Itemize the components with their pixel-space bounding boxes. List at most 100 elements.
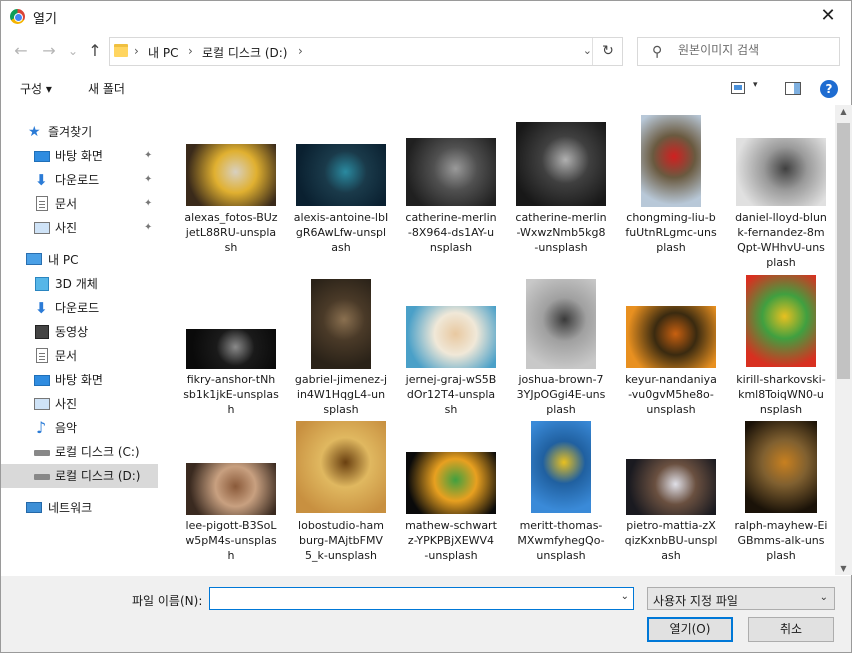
sidebar-item-label: 사진 — [55, 221, 78, 235]
sidebar-item-this-pc[interactable]: 내 PC — [1, 248, 158, 272]
sidebar-item-videos[interactable]: 동영상 — [1, 320, 158, 344]
file-item[interactable]: mathew-schwart z-YPKPBjXEWV4 -unsplash — [396, 421, 506, 575]
pin-icon: ✦ — [144, 198, 153, 209]
file-name-line: meritt-thomas- — [519, 519, 603, 532]
chevron-down-icon[interactable]: ⌄ — [621, 591, 629, 602]
file-name-line: h — [227, 403, 235, 416]
file-item[interactable]: keyur-nandaniya -vu0gvM5he8o-unsplash — [616, 275, 726, 433]
file-name-line: sb1k1jkE-unsplas — [183, 388, 279, 401]
file-name-line: -8X964-ds1AY-u — [407, 226, 495, 239]
sidebar-item-pictures[interactable]: 사진 ✦ — [1, 216, 158, 240]
file-name-label: catherine-merlin -WxwzNmb5kg8 -unsplash — [506, 210, 616, 255]
file-item[interactable]: ralph-mayhew-Ei GBmms-alk-uns plash — [726, 421, 834, 575]
file-item[interactable]: pietro-mattia-zX qizKxnbBU-unspl ash — [616, 421, 726, 575]
file-name-line: catherine-merlin — [515, 211, 607, 224]
filename-input[interactable] — [214, 591, 604, 605]
address-bar[interactable]: › 내 PC › 로컬 디스크 (D:) › ⌄ ↻ — [109, 37, 623, 66]
file-name-line: w5pM4s-unsplas — [185, 534, 277, 547]
file-item[interactable]: catherine-merlin -WxwzNmb5kg8 -unsplash — [506, 113, 616, 271]
file-item[interactable]: lee-pigott-B3SoL w5pM4s-unsplas h — [176, 421, 286, 575]
file-name-line: Qpt-WHhvU-uns — [737, 241, 825, 254]
dialog-footer: 파일 이름(N): ⌄ 사용자 지정 파일 ⌄ 열기(O) 취소 — [1, 576, 851, 652]
sidebar-item-label: 내 PC — [48, 253, 79, 267]
file-item[interactable]: fikry-anshor-tNh sb1k1jkE-unsplas h — [176, 275, 286, 433]
file-name-label: lee-pigott-B3SoL w5pM4s-unsplas h — [176, 518, 286, 563]
file-name-line: nsplash — [759, 403, 803, 416]
cancel-button[interactable]: 취소 — [748, 617, 834, 642]
sidebar-item-drive-d[interactable]: 로컬 디스크 (D:) — [1, 464, 158, 488]
image-thumbnail — [526, 279, 596, 369]
open-button[interactable]: 열기(O) — [647, 617, 733, 642]
search-box[interactable]: ⚲ — [637, 37, 840, 66]
file-type-select[interactable]: 사용자 지정 파일 ⌄ — [647, 587, 835, 610]
preview-pane-icon[interactable] — [785, 82, 801, 95]
filename-combobox[interactable]: ⌄ — [209, 587, 634, 610]
sidebar-item-quick-access[interactable]: ★ 즐겨찾기 — [1, 120, 158, 144]
up-button[interactable]: ↑ — [84, 39, 106, 63]
refresh-button[interactable]: ↻ — [596, 41, 620, 62]
filename-label: 파일 이름(N): — [132, 594, 203, 608]
file-item[interactable]: chongming-liu-b fuUtnRLgmc-uns plash — [616, 113, 726, 271]
image-thumbnail — [406, 306, 496, 368]
file-name-line: lobostudio-ham — [298, 519, 384, 532]
back-button[interactable]: ← — [10, 39, 32, 63]
change-view-icon[interactable] — [731, 82, 745, 94]
command-bar: 구성 ▾ 새 폴더 ▾ ? — [1, 74, 851, 104]
sidebar-item-documents-pc[interactable]: 문서 — [1, 344, 158, 368]
sidebar-item-label: 다운로드 — [55, 301, 100, 315]
sidebar-item-label: 3D 개체 — [55, 277, 98, 291]
image-thumbnail — [296, 421, 386, 513]
file-item[interactable]: gabriel-jimenez-j in4W1HqgL4-un splash — [286, 275, 396, 433]
sidebar-item-downloads-pc[interactable]: ⬇ 다운로드 — [1, 296, 158, 320]
file-item[interactable]: alexas_fotos-BUz jetL88RU-unspla sh — [176, 113, 286, 271]
file-name-label: keyur-nandaniya -vu0gvM5he8o-unsplash — [616, 372, 726, 417]
document-icon — [36, 196, 48, 211]
image-thumbnail — [641, 115, 701, 207]
download-icon: ⬇ — [35, 171, 48, 189]
file-item[interactable]: joshua-brown-7 3YJpOGgi4E-uns plash — [506, 275, 616, 433]
file-item[interactable]: catherine-merlin -8X964-ds1AY-u nsplash — [396, 113, 506, 271]
image-thumbnail — [186, 463, 276, 515]
image-thumbnail — [746, 275, 816, 367]
sidebar-item-label: 동영상 — [55, 325, 89, 339]
breadcrumb-this-pc[interactable]: 내 PC — [148, 44, 178, 61]
new-folder-button[interactable]: 새 폴더 — [88, 80, 125, 97]
scroll-down-icon[interactable]: ▼ — [835, 564, 852, 573]
sidebar-item-downloads[interactable]: ⬇ 다운로드 ✦ — [1, 168, 158, 192]
view-options-dropdown[interactable]: ▾ — [753, 80, 758, 90]
file-name-line: fuUtnRLgmc-uns — [625, 226, 717, 239]
sidebar-item-drive-c[interactable]: 로컬 디스크 (C:) — [1, 440, 158, 464]
sidebar-item-desktop[interactable]: 바탕 화면 ✦ — [1, 144, 158, 168]
file-name-label: meritt-thomas- MXwmfyhegQo-unsplash — [506, 518, 616, 563]
search-input[interactable] — [678, 43, 828, 57]
file-name-label: mathew-schwart z-YPKPBjXEWV4 -unsplash — [396, 518, 506, 563]
vertical-scrollbar[interactable]: ▲ ▼ — [835, 105, 852, 575]
sidebar-item-pictures-pc[interactable]: 사진 — [1, 392, 158, 416]
file-name-line: -vu0gvM5he8o- — [628, 388, 714, 401]
file-name-line: alexas_fotos-BUz — [184, 211, 278, 224]
forward-button[interactable]: → — [38, 39, 60, 63]
file-item[interactable]: alexis-antoine-lbI gR6AwLfw-unspl ash — [286, 113, 396, 271]
breadcrumb-drive-d[interactable]: 로컬 디스크 (D:) — [202, 44, 287, 61]
organize-button[interactable]: 구성 ▾ — [20, 80, 52, 97]
sidebar-item-desktop-pc[interactable]: 바탕 화면 — [1, 368, 158, 392]
help-icon[interactable]: ? — [820, 80, 838, 98]
image-thumbnail — [296, 144, 386, 206]
scroll-up-icon[interactable]: ▲ — [835, 107, 852, 116]
network-icon — [26, 502, 42, 513]
close-button[interactable]: ✕ — [805, 1, 851, 31]
image-thumbnail — [516, 122, 606, 206]
file-item[interactable]: lobostudio-ham burg-MAjtbFMV 5_k-unsplash — [286, 421, 396, 575]
address-dropdown-icon[interactable]: ⌄ — [583, 44, 592, 57]
sidebar-item-network[interactable]: 네트워크 — [1, 496, 158, 520]
file-item[interactable]: jernej-graj-wS5B dOr12T4-unspla sh — [396, 275, 506, 433]
recent-locations-dropdown[interactable]: ⌄ — [62, 39, 84, 63]
sidebar-item-3d-objects[interactable]: 3D 개체 — [1, 272, 158, 296]
file-item[interactable]: kirill-sharkovski-kml8ToiqWN0-u nsplash — [726, 275, 834, 433]
sidebar-item-documents[interactable]: 문서 ✦ — [1, 192, 158, 216]
file-item[interactable]: meritt-thomas- MXwmfyhegQo-unsplash — [506, 421, 616, 575]
sidebar-item-music[interactable]: ♪ 음악 — [1, 416, 158, 440]
file-name-line: chongming-liu-b — [626, 211, 716, 224]
file-item[interactable]: daniel-lloyd-blun k-fernandez-8m Qpt-WHhvU… — [726, 113, 834, 271]
scrollbar-thumb[interactable] — [837, 123, 850, 379]
